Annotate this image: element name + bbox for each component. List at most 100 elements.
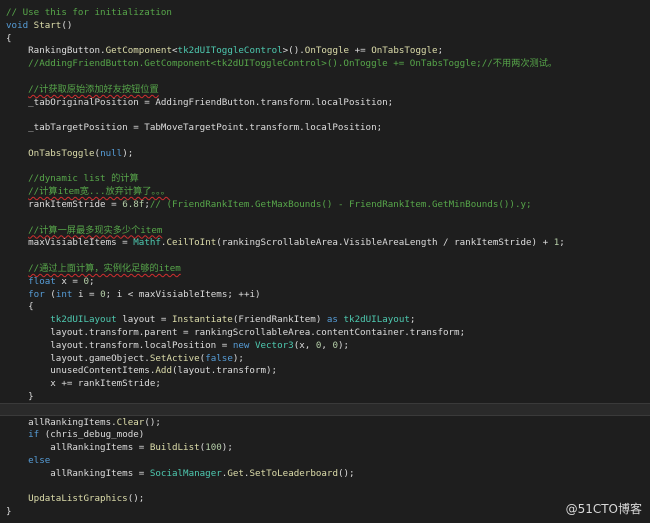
code-line[interactable]: if (chris_debug_mode) <box>6 428 144 441</box>
watermark: @51CTO博客 <box>565 502 642 516</box>
code-token: Start <box>33 19 62 31</box>
code-token: // Use this for initialization <box>6 7 172 18</box>
code-token: Mathf <box>133 237 161 249</box>
code-token: ); <box>338 339 350 351</box>
code-token: ); <box>122 147 134 159</box>
code-line[interactable]: { <box>6 300 34 313</box>
code-token: // (FriendRankItem.GetMaxBounds() - Frie… <box>149 199 532 210</box>
code-line[interactable]: RankingButton.GetComponent<tk2dUIToggleC… <box>6 44 443 57</box>
code-token: SetToLeaderboard <box>249 467 338 479</box>
code-line[interactable]: maxVisiableItems = Mathf.CeilToInt(ranki… <box>6 236 565 249</box>
code-line[interactable]: allRankingItems = BuildList(100); <box>6 441 233 454</box>
code-line[interactable]: OnTabsToggle(null); <box>6 147 133 160</box>
code-token: OnTabsToggle <box>28 147 95 159</box>
code-token: allRankingItems = <box>50 467 150 479</box>
code-token: ; <box>437 45 444 57</box>
code-line[interactable]: unusedContentItems.Add(layout.transform)… <box>6 364 277 377</box>
code-token: layout.transform.parent = rankingScrolla… <box>50 327 466 338</box>
code-token: (rankingScrollableArea.VisibleAreaLength… <box>216 237 554 249</box>
code-token: Clear <box>116 416 145 428</box>
code-token: void <box>6 19 34 31</box>
code-token: unusedContentItems. <box>50 365 156 377</box>
code-line[interactable]: //通过上面计算，实例化足够的item <box>6 262 181 275</box>
code-token: (); <box>144 416 161 428</box>
code-token: } <box>6 506 12 518</box>
current-line-highlight[interactable] <box>0 402 650 416</box>
code-token: if <box>28 429 40 441</box>
code-token: tk2dUIToggleControl <box>177 45 283 57</box>
code-token: OnTabsToggle <box>371 45 438 57</box>
code-token: //AddingFriendButton.GetComponent<tk2dUI… <box>28 58 558 70</box>
code-line[interactable]: for (int i = 0; i < maxVisiableItems; ++… <box>6 288 261 301</box>
code-line[interactable]: float x = 0; <box>6 275 95 288</box>
code-line[interactable]: allRankingItems.Clear(); <box>6 416 161 429</box>
code-line[interactable]: layout.gameObject.SetActive(false); <box>6 352 244 365</box>
code-token: int <box>55 288 73 300</box>
code-line[interactable]: void Start() <box>6 19 72 32</box>
code-token: 6.8f <box>122 199 145 210</box>
code-line[interactable]: _tabTargetPosition = TabMoveTargetPoint.… <box>6 121 382 134</box>
code-token: GetComponent <box>105 45 172 57</box>
code-line[interactable]: //计算item宽...放弃计算了。。。 <box>6 185 170 198</box>
code-token: SetActive <box>149 352 200 364</box>
code-line[interactable]: layout.transform.localPosition = new Vec… <box>6 339 349 352</box>
code-token: (); <box>337 467 355 479</box>
code-line[interactable]: layout.transform.parent = rankingScrolla… <box>6 326 465 339</box>
code-token: (layout.transform); <box>171 365 278 377</box>
code-token: Vector3 <box>254 339 294 351</box>
code-token: i = <box>72 288 101 300</box>
code-line[interactable]: UpdataListGraphics(); <box>6 492 144 505</box>
code-token: (FriendRankItem) <box>232 314 327 326</box>
code-token: Add <box>155 365 172 377</box>
code-token: ; i < maxVisiableItems; ++i) <box>105 288 261 300</box>
code-token: else <box>28 455 51 466</box>
code-token: tk2dUILayout <box>50 314 117 326</box>
code-token: //dynamic list 的计算 <box>28 173 139 185</box>
code-token: RankingButton. <box>28 45 106 57</box>
code-line[interactable]: } <box>6 505 12 518</box>
code-line[interactable]: //dynamic list 的计算 <box>6 172 139 185</box>
code-token: } <box>28 391 34 402</box>
code-line[interactable]: // Use this for initialization <box>6 6 172 19</box>
code-token: CeilToInt <box>166 237 217 249</box>
code-token: { <box>6 32 12 44</box>
code-token: //计算一屏最多现实多少个item <box>28 224 163 236</box>
code-line[interactable]: } <box>6 390 34 403</box>
code-line[interactable]: x += rankItemStride; <box>6 377 161 390</box>
code-token: //计获取原始添加好友按钮位置 <box>28 83 159 95</box>
code-token: OnToggle <box>304 45 350 57</box>
code-token: ); <box>232 352 244 364</box>
code-token: null <box>100 147 123 159</box>
code-line[interactable]: //计获取原始添加好友按钮位置 <box>6 83 159 96</box>
code-line[interactable]: _tabOriginalPosition = AddingFriendButto… <box>6 96 393 109</box>
code-token: Get <box>227 467 244 479</box>
code-token: allRankingItems. <box>28 416 117 428</box>
code-token: UpdataListGraphics <box>28 493 128 505</box>
code-token: _tabOriginalPosition = AddingFriendButto… <box>28 96 394 108</box>
code-token: Instantiate <box>171 314 233 326</box>
code-line[interactable]: allRankingItems = SocialManager.Get.SetT… <box>6 467 355 480</box>
code-token: () <box>61 19 73 31</box>
code-editor[interactable]: // Use this for initialization void Start… <box>0 0 650 523</box>
code-token: BuildList <box>149 442 200 454</box>
code-token: += <box>349 45 372 57</box>
code-token: //计算item宽...放弃计算了。。。 <box>28 186 170 198</box>
code-token: layout = <box>116 314 172 326</box>
code-line[interactable]: //AddingFriendButton.GetComponent<tk2dUI… <box>6 57 557 70</box>
code-token: maxVisiableItems = <box>28 237 134 249</box>
code-token: >(). <box>282 45 305 57</box>
code-line[interactable]: tk2dUILayout layout = Instantiate(Friend… <box>6 313 415 326</box>
code-token: ; <box>89 275 95 287</box>
code-token: for <box>28 288 45 300</box>
code-token: ( <box>44 288 56 300</box>
code-token: as <box>326 314 344 326</box>
code-line[interactable]: rankItemStride = 6.8f;// (FriendRankItem… <box>6 198 532 211</box>
code-token: tk2dUILayout <box>343 314 410 326</box>
code-token: (x, <box>293 339 316 351</box>
code-token: ; <box>559 237 565 249</box>
code-line[interactable]: //计算一屏最多现实多少个item <box>6 224 162 237</box>
code-token: layout.gameObject. <box>50 352 150 364</box>
code-token: _tabTargetPosition = TabMoveTargetPoint.… <box>28 122 383 134</box>
code-line[interactable]: else <box>6 454 50 467</box>
code-line[interactable]: { <box>6 32 12 45</box>
